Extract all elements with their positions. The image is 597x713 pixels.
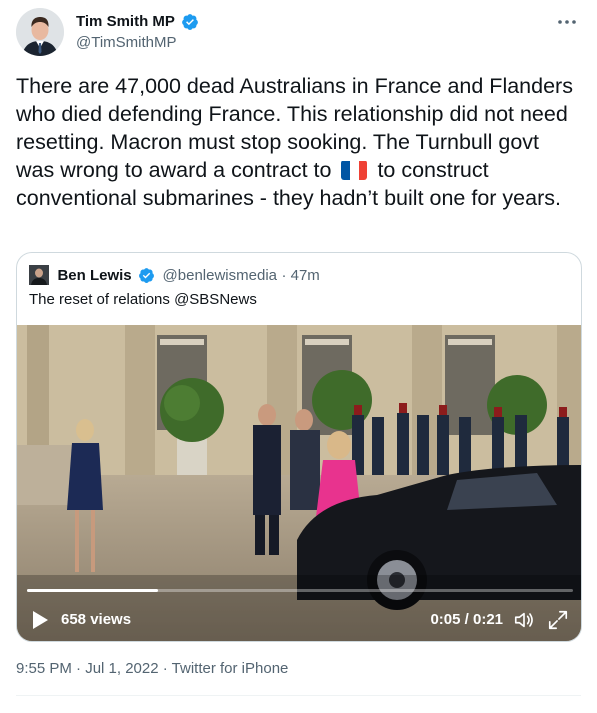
verified-badge-icon: [182, 14, 199, 30]
video-frame: [17, 325, 581, 641]
quoted-tweet-text: The reset of relations @SBSNews: [29, 291, 257, 308]
footer-separator: ·: [158, 660, 172, 677]
quoted-tweet-age[interactable]: · 47m: [281, 267, 319, 284]
video-scrubber[interactable]: [27, 589, 573, 592]
tweet-text: There are 47,000 dead Australians in Fra…: [16, 72, 581, 212]
quoted-author-handle[interactable]: @benlewismedia: [163, 267, 277, 284]
divider: [16, 695, 581, 696]
tweet-text-before-flag: There are 47,000 dead Australians in Fra…: [16, 74, 573, 182]
tweet-source[interactable]: Twitter for iPhone: [172, 660, 289, 677]
author-name[interactable]: Tim Smith MP: [76, 12, 175, 32]
ellipsis-icon[interactable]: [555, 10, 579, 34]
play-icon[interactable]: [31, 610, 49, 630]
author-handle[interactable]: @TimSmithMP: [76, 33, 199, 53]
quoted-author-name[interactable]: Ben Lewis: [57, 267, 131, 284]
volume-icon[interactable]: [513, 609, 535, 631]
tweet-footer: 9:55 PM · Jul 1, 2022 · Twitter for iPho…: [16, 659, 288, 679]
tweet-header: Tim Smith MP @TimSmithMP: [16, 8, 581, 60]
fullscreen-icon[interactable]: [547, 609, 569, 631]
video-views: 658 views: [61, 611, 132, 628]
france-flag-icon: [341, 160, 368, 180]
author-info: Tim Smith MP @TimSmithMP: [76, 12, 199, 53]
verified-badge-icon: [139, 267, 155, 283]
video-time: 0:05 / 0:21: [430, 611, 503, 628]
quoted-author-avatar[interactable]: [29, 265, 49, 285]
quoted-tweet-card[interactable]: Ben Lewis @benlewismedia · 47m The reset…: [16, 252, 582, 642]
quoted-tweet-header: Ben Lewis @benlewismedia · 47m: [29, 265, 320, 285]
tweet-timestamp[interactable]: 9:55 PM · Jul 1, 2022: [16, 660, 159, 677]
author-avatar[interactable]: [16, 8, 64, 56]
video-progress: [27, 589, 159, 592]
video-player[interactable]: 658 views 0:05 / 0:21: [17, 325, 581, 641]
